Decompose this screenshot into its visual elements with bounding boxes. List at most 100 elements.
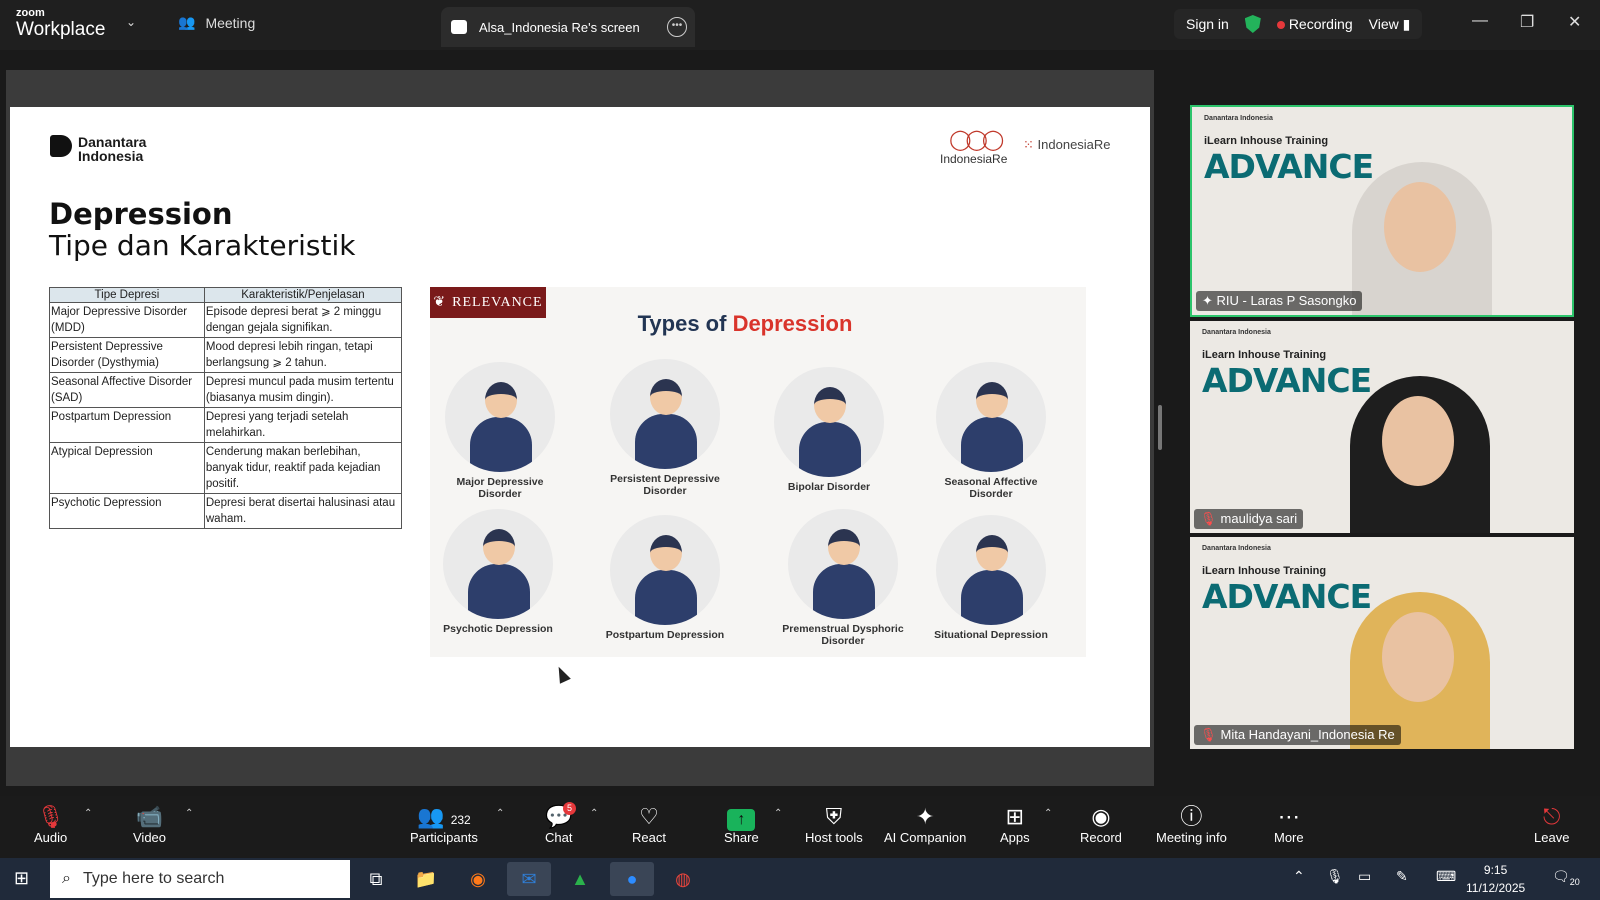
banner-subtitle: iLearn Inhouse Training [1204, 135, 1329, 147]
tab-meeting[interactable]: 👥 Meeting [178, 14, 255, 31]
minimize-icon[interactable]: — [1472, 12, 1488, 30]
apps-button[interactable]: ⊞ Apps ⌃ [1000, 804, 1052, 845]
taskbar-search[interactable]: ⌕ Type here to search [50, 860, 350, 898]
restore-icon[interactable]: ❐ [1520, 12, 1534, 32]
sign-in-button[interactable]: Sign in [1186, 16, 1229, 32]
participants-button[interactable]: 👥 232 Participants ⌃ [410, 804, 504, 845]
more-icon: ⋯ [1277, 804, 1300, 829]
chrome-icon[interactable]: ◍ [661, 862, 705, 896]
banner-title: ADVANCE [1202, 577, 1372, 616]
meeting-info-button[interactable]: ⓘ Meeting info [1156, 804, 1227, 845]
slide-title: Depression [49, 197, 233, 231]
microphone-icon[interactable]: 🎙 [1326, 868, 1344, 885]
table-row: Major Depressive Disorder (MDD) Episode d… [49, 302, 403, 338]
table-cell: Seasonal Affective Disorder (SAD) [49, 372, 205, 408]
title-bar: zoom Workplace ⌄ 👥 Meeting Alsa_Indonesi… [0, 0, 1600, 50]
share-button[interactable]: ↑ Share ⌃ [724, 804, 782, 845]
view-button[interactable]: View ▮ [1369, 16, 1411, 33]
zoom-app-icon[interactable]: ● [610, 862, 654, 896]
figure-major-depressive: Major Depressive Disorder [435, 362, 565, 500]
leave-button[interactable]: ⎋ Leave [1534, 804, 1569, 845]
more-label: More [1274, 830, 1304, 845]
figure-caption: Major Depressive Disorder [456, 476, 544, 500]
keyboard-icon[interactable]: ⌨ [1436, 868, 1456, 885]
task-view-icon[interactable]: ⧉ [354, 862, 398, 896]
windows-start-icon[interactable]: ⊞ [14, 868, 29, 889]
danantara-logo: Danantara Indonesia [50, 135, 146, 163]
mother-baby-illustration [610, 515, 720, 625]
types-of-depression-infographic: ❦ RELEVANCE Types of Depression Major De… [430, 287, 1086, 657]
ai-companion-button[interactable]: ✦ AI Companion [884, 804, 966, 845]
figure-caption: Seasonal Affective Disorder [944, 476, 1038, 500]
chevron-up-icon[interactable]: ⌃ [1293, 868, 1305, 885]
video-tile[interactable]: Danantara Indonesia iLearn Inhouse Train… [1190, 105, 1574, 317]
host-tools-button[interactable]: ⛨ Host tools [805, 804, 863, 845]
figure-caption: Postpartum Depression [605, 629, 725, 641]
more-options-icon[interactable]: ••• [667, 17, 687, 37]
apps-label: Apps [1000, 830, 1030, 845]
ai-companion-label: AI Companion [884, 830, 967, 845]
participant-count: 232 [450, 813, 471, 827]
more-button[interactable]: ⋯ More [1274, 804, 1304, 845]
security-shield-icon[interactable] [1244, 15, 1261, 33]
video-tile[interactable]: Danantara Indonesia iLearn Inhouse Train… [1190, 537, 1574, 749]
outlook-icon[interactable]: ✉ [507, 862, 551, 896]
firefox-icon[interactable]: ◉ [456, 862, 500, 896]
participant-face [1384, 182, 1456, 272]
chevron-up-icon[interactable]: ⌃ [590, 808, 598, 819]
pin-icon: ✦ [1202, 293, 1217, 308]
apps-icon: ⊞ [1005, 804, 1025, 829]
video-button[interactable]: 📹 Video ⌃ [133, 804, 193, 845]
chevron-up-icon[interactable]: ⌃ [185, 808, 193, 819]
close-icon[interactable]: ✕ [1568, 12, 1581, 32]
figure-caption: Persistent Depressive Disorder [610, 473, 720, 497]
danantara-logo-text: Danantara Indonesia [78, 134, 147, 164]
figure-situational: Situational Depression [926, 515, 1056, 641]
record-icon: ◉ [1091, 804, 1111, 829]
chevron-up-icon[interactable]: ⌃ [496, 808, 504, 819]
view-label: View [1368, 15, 1399, 32]
panel-resize-handle[interactable] [1158, 405, 1162, 450]
audio-button[interactable]: 🎙 Audio ⌃ [34, 804, 92, 845]
google-drive-icon[interactable]: ▲ [558, 862, 602, 896]
people-icon: 👥 [178, 14, 196, 30]
zoom-workplace-logo[interactable]: zoom Workplace [16, 8, 105, 40]
table-header-row: Tipe Depresi Karakteristik/Penjelasan [49, 287, 403, 303]
curled-person-illustration [788, 509, 898, 619]
figure-postpartum: Postpartum Depression [600, 515, 730, 641]
pen-icon[interactable]: ✎ [1396, 868, 1408, 885]
banner-logo-text: Danantara Indonesia [1204, 115, 1273, 122]
figure-caption: Situational Depression [934, 629, 1048, 641]
recording-indicator[interactable]: Recording [1276, 16, 1353, 32]
chevron-down-icon[interactable]: ⌄ [126, 15, 136, 29]
participant-face [1382, 396, 1454, 486]
question-person-illustration [443, 509, 553, 619]
display-icon[interactable]: ▭ [1358, 868, 1371, 885]
meeting-status-bar: Sign in Recording View ▮ [1174, 9, 1423, 39]
presentation-slide: Danantara Indonesia ◯◯◯ IndonesiaRe ⁙ In… [10, 107, 1150, 747]
notifications-icon[interactable]: 🗨20 [1552, 868, 1580, 887]
tab-shared-screen[interactable]: Alsa_Indonesia Re's screen ••• [441, 7, 695, 47]
sparkle-icon: ✦ [915, 804, 935, 829]
recording-label: Recording [1288, 16, 1353, 32]
file-explorer-icon[interactable]: 📁 [404, 862, 448, 896]
record-button[interactable]: ◉ Record [1080, 804, 1122, 845]
react-button[interactable]: ♡ React [632, 804, 666, 845]
video-tile[interactable]: Danantara Indonesia iLearn Inhouse Train… [1190, 321, 1574, 533]
indonesia-re-logo: ◯◯◯ IndonesiaRe [940, 127, 1007, 166]
shield-icon: ⛨ [825, 804, 843, 829]
system-clock[interactable]: 9:15 11/12/2025 [1466, 861, 1525, 897]
danantara-mark-icon [50, 135, 72, 157]
banner-subtitle: iLearn Inhouse Training [1202, 565, 1327, 577]
chevron-up-icon[interactable]: ⌃ [84, 808, 92, 819]
chat-button[interactable]: 💬 5 Chat ⌃ [545, 802, 598, 845]
chat-label: Chat [545, 830, 573, 845]
chevron-up-icon[interactable]: ⌃ [1044, 808, 1052, 819]
banner-logo-text: Danantara Indonesia [1202, 329, 1271, 336]
clock-date: 11/12/2025 [1466, 881, 1526, 895]
leave-icon: ⎋ [1543, 804, 1561, 829]
banner-title: ADVANCE [1202, 361, 1372, 400]
depression-types-table: Tipe Depresi Karakteristik/Penjelasan Ma… [49, 287, 403, 529]
table-cell: Persistent Depressive Disorder (Dysthymi… [49, 337, 205, 373]
chevron-up-icon[interactable]: ⌃ [774, 808, 782, 819]
